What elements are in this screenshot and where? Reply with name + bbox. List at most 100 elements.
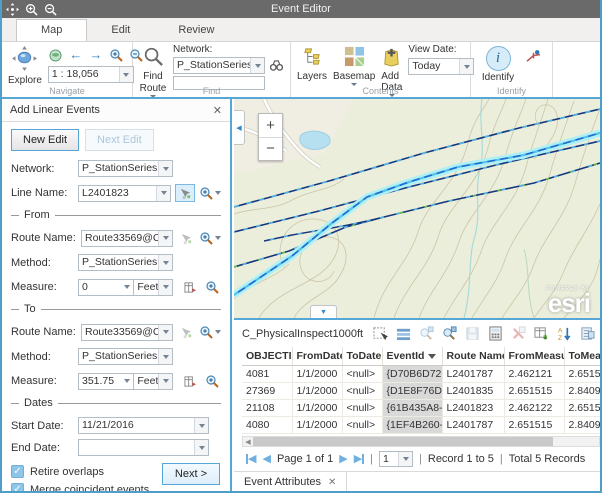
table-row[interactable]: 211081/1/2000<null>{61B435A8-3L24018232.… [242,400,600,417]
layers-button[interactable]: Layers [297,44,327,85]
to-measure-zoom-icon[interactable] [203,372,221,390]
from-measure-zoom-icon[interactable] [203,278,221,296]
table-cell[interactable]: 21108 [242,400,292,417]
table-cell[interactable]: {D70B6D72-3 [382,366,442,383]
table-cell[interactable]: 2.6515 [564,400,600,417]
column-header[interactable]: OBJECTID [242,347,292,366]
prev-extent-icon[interactable]: ← [68,47,84,63]
explore-button[interactable]: Explore [8,44,42,85]
network-combobox[interactable]: P_StationSeries [78,160,173,177]
table-cell[interactable]: <null> [342,383,382,400]
field-calculator-icon[interactable] [487,326,503,342]
table-cell[interactable]: 2.651515 [504,417,564,434]
column-header[interactable]: FromDate [292,347,342,366]
close-tab-icon[interactable]: ✕ [328,477,336,488]
scale-caret-icon[interactable] [119,67,133,82]
identify-route-icon[interactable] [525,48,541,64]
table-cell[interactable]: {61B435A8-3 [382,400,442,417]
from-measure-combobox[interactable]: 0 [78,279,133,296]
to-select-route-on-map-icon[interactable] [177,323,195,341]
end-date-combobox[interactable] [78,439,209,456]
table-cell[interactable]: {D1E8F76D-F [382,383,442,400]
table-cell[interactable]: 1/1/2000 [292,417,342,434]
to-route-name-combobox[interactable]: Route33569@Centi [81,324,173,341]
tab-event-attributes[interactable]: Event Attributes ✕ [234,472,347,493]
start-date-combobox[interactable]: 11/21/2016 [78,417,209,434]
collapse-panel-left-button[interactable]: ◀ [234,110,245,145]
table-cell[interactable]: 2.6515 [564,366,600,383]
binoculars-icon[interactable] [268,58,284,74]
to-zoom-to-route-button[interactable] [199,325,221,339]
table-cell[interactable]: <null> [342,366,382,383]
checkbox-checked-icon[interactable]: ✓ [11,483,24,493]
next-page-button[interactable]: ▶ [339,454,347,465]
from-select-route-on-map-icon[interactable] [177,229,195,247]
next-button[interactable]: Next > [162,463,220,485]
from-zoom-to-route-button[interactable] [199,231,221,245]
new-edit-button[interactable]: New Edit [11,129,79,151]
sort-records-icon[interactable]: AZ [556,326,572,342]
add-records-icon[interactable] [533,326,549,342]
column-header[interactable]: EventId [382,347,442,366]
identify-button[interactable]: i Identify [477,44,519,85]
prev-page-button[interactable]: ◀ [262,454,270,465]
table-row[interactable]: 40801/1/2000<null>{1EF4B260-FL24017872.6… [242,417,600,434]
from-method-combobox[interactable]: P_StationSeries [78,254,173,271]
panel-close-icon[interactable]: ✕ [213,104,222,117]
table-row[interactable]: 273691/1/2000<null>{D1E8F76D-FL24018352.… [242,383,600,400]
table-cell[interactable]: L2401823 [442,400,504,417]
table-cell[interactable]: 27369 [242,383,292,400]
table-cell[interactable]: 2.462121 [504,366,564,383]
save-edits-icon[interactable] [464,326,480,342]
table-cell[interactable]: {1EF4B260-F [382,417,442,434]
show-selected-records-icon[interactable] [395,326,411,342]
map-scale-combobox[interactable]: 1 : 18,056 [48,66,134,83]
table-cell[interactable]: L2401787 [442,417,504,434]
scroll-left-icon[interactable]: ◀ [243,438,253,446]
map-view[interactable]: + − ◀ ▼ POWERED BY esri [234,99,600,318]
table-horizontal-scrollbar[interactable]: ◀ [242,436,600,447]
table-cell[interactable]: 1/1/2000 [292,383,342,400]
table-cell[interactable]: 4081 [242,366,292,383]
collapse-table-button[interactable]: ▼ [310,305,337,318]
column-header[interactable]: ToDate [342,347,382,366]
table-cell[interactable]: <null> [342,417,382,434]
next-edit-button[interactable]: Next Edit [85,129,154,151]
table-cell[interactable]: 1/1/2000 [292,400,342,417]
attribute-report-icon[interactable] [579,326,595,342]
to-measure-table-icon[interactable] [181,372,199,390]
checkbox-checked-icon[interactable]: ✓ [11,465,24,478]
basemap-button[interactable]: Basemap [333,44,375,85]
map-zoom-in-button[interactable]: + [259,114,282,138]
map-zoom-out-button[interactable]: − [259,138,282,161]
table-cell[interactable]: 2.651515 [504,383,564,400]
table-cell[interactable]: L2401835 [442,383,504,400]
column-header[interactable]: ToMea [564,347,600,366]
table-cell[interactable]: 4080 [242,417,292,434]
select-features-icon[interactable] [372,326,388,342]
to-measure-combobox[interactable]: 351.75 [78,373,133,390]
table-cell[interactable]: <null> [342,400,382,417]
table-cell[interactable]: 1/1/2000 [292,366,342,383]
select-line-on-map-icon[interactable] [175,184,195,202]
tab-map[interactable]: Map [16,19,87,41]
zoom-to-selection-icon[interactable] [418,326,434,342]
table-cell[interactable]: L2401787 [442,366,504,383]
table-cell[interactable]: 2.462122 [504,400,564,417]
delete-selected-icon[interactable] [510,326,526,342]
from-measure-table-icon[interactable] [181,278,199,296]
full-extent-icon[interactable] [48,47,64,63]
tab-edit[interactable]: Edit [87,20,154,41]
to-method-combobox[interactable]: P_StationSeries [78,348,173,365]
table-row[interactable]: 40811/1/2000<null>{D70B6D72-3L24017872.4… [242,366,600,383]
add-data-button[interactable]: Add Data [381,44,402,85]
page-number-combobox[interactable]: 1 [379,451,413,467]
from-unit-combobox[interactable]: Feet [133,279,173,296]
find-route-button[interactable]: Find Route [139,44,167,85]
zoom-options-caret-icon[interactable] [215,191,221,195]
zoom-in-map-icon[interactable] [108,47,124,63]
to-unit-combobox[interactable]: Feet [133,373,173,390]
first-page-button[interactable]: ◀ [246,454,256,465]
from-route-name-combobox[interactable]: Route33569@Centi [81,230,173,247]
last-page-button[interactable]: ▶ [354,454,364,465]
